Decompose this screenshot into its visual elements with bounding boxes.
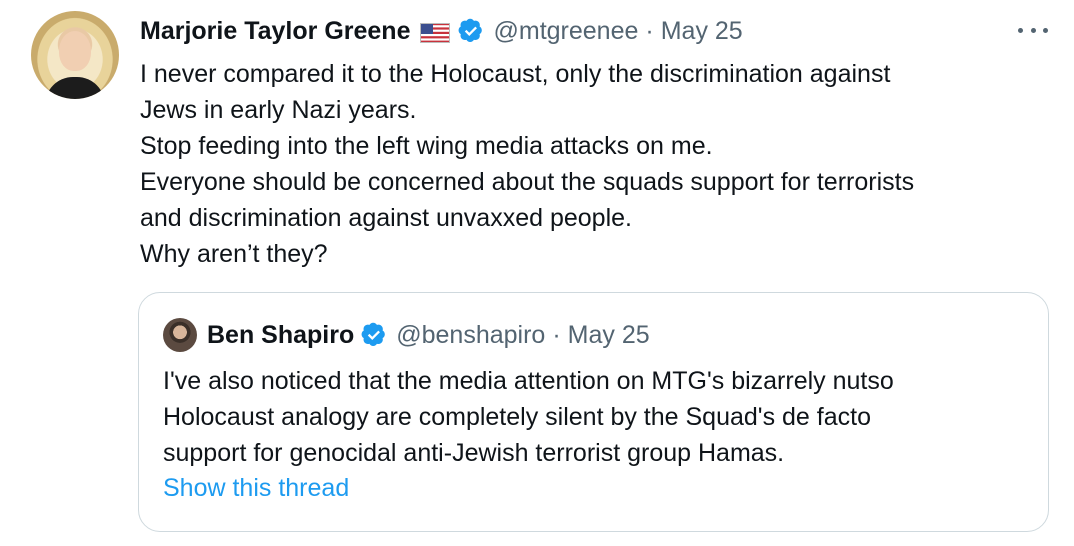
us-flag-icon: [420, 21, 451, 43]
tweet-text-line: and discrimination against unvaxxed peop…: [140, 204, 632, 232]
tweet-text-line: Jews in early Nazi years.: [140, 96, 417, 124]
verified-badge-icon: [458, 18, 484, 44]
more-dot: [1043, 27, 1048, 33]
more-options-icon[interactable]: [1018, 20, 1048, 40]
tweet-date[interactable]: May 25: [661, 17, 743, 46]
quoted-author-name[interactable]: Ben Shapiro: [207, 321, 354, 350]
more-dot: [1030, 27, 1036, 33]
quoted-header-separator: ·: [552, 320, 561, 349]
quoted-text-line: support for genocidal anti-Jewish terror…: [163, 439, 785, 467]
header-separator: ·: [645, 16, 654, 45]
quoted-author-handle[interactable]: @benshapiro: [396, 321, 545, 350]
author-handle[interactable]: @mtgreenee: [493, 17, 638, 46]
more-dot: [1018, 27, 1023, 33]
tweet-text-line: I never compared it to the Holocaust, on…: [140, 60, 891, 88]
quoted-avatar[interactable]: [163, 318, 197, 352]
avatar-shoulders: [45, 77, 105, 99]
quoted-header: Ben Shapiro @benshapiro · May 25: [163, 317, 650, 353]
tweet-text-line: Stop feeding into the left wing media at…: [140, 132, 713, 160]
quoted-text-line: I've also noticed that the media attenti…: [163, 367, 894, 395]
show-thread-link[interactable]: Show this thread: [163, 474, 349, 503]
avatar-face: [59, 31, 91, 71]
tweet-text: I never compared it to the Holocaust, on…: [140, 56, 1040, 272]
tweet-text-line: Everyone should be concerned about the s…: [140, 168, 915, 196]
tweet: Marjorie Taylor Greene @mtgreenee · May …: [0, 0, 1074, 546]
author-name[interactable]: Marjorie Taylor Greene: [140, 17, 410, 46]
author-avatar[interactable]: [31, 11, 119, 99]
quoted-tweet[interactable]: Ben Shapiro @benshapiro · May 25 I've al…: [138, 292, 1049, 532]
quoted-text-line: Holocaust analogy are completely silent …: [163, 403, 871, 431]
quoted-date[interactable]: May 25: [568, 321, 650, 350]
tweet-header: Marjorie Taylor Greene @mtgreenee · May …: [140, 14, 743, 48]
tweet-text-line: Why aren’t they?: [140, 240, 328, 268]
verified-badge-icon: [361, 322, 387, 348]
quoted-text: I've also noticed that the media attenti…: [163, 363, 1033, 471]
